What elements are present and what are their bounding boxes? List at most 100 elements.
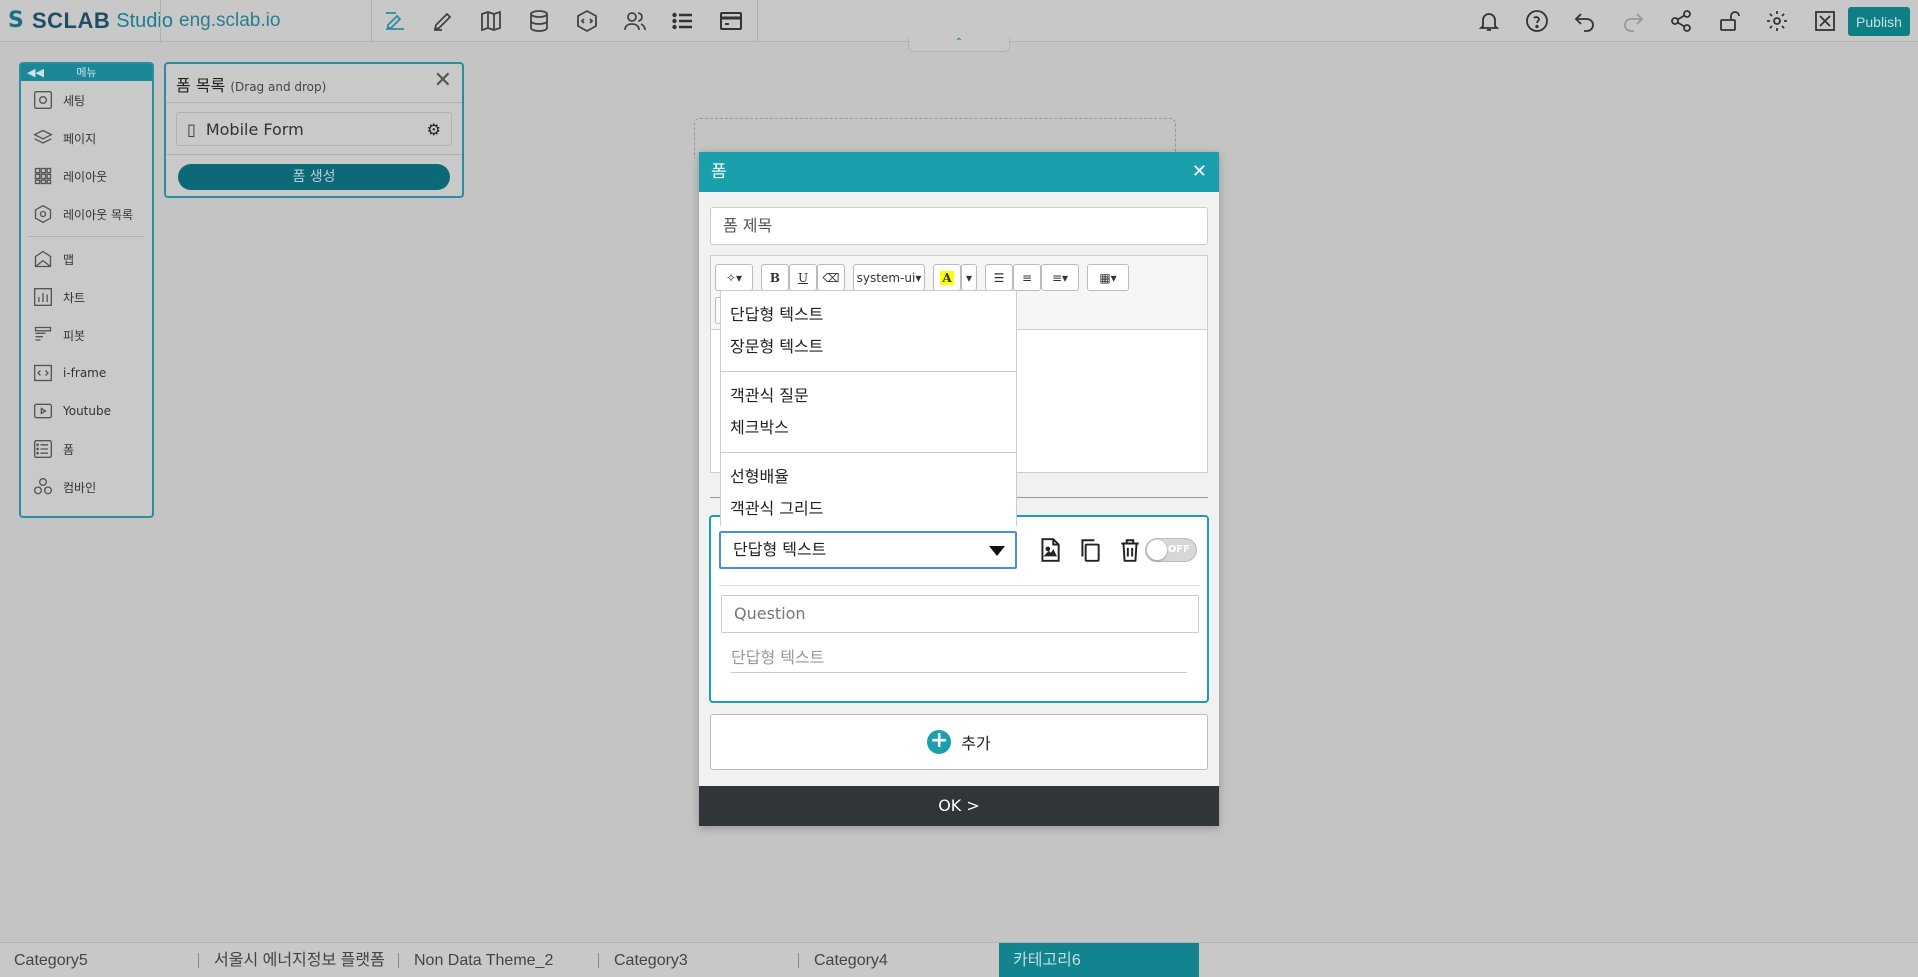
dropdown-option[interactable]: 객관식 그리드 (721, 493, 1016, 525)
required-toggle[interactable]: OFF (1145, 538, 1197, 562)
fullscreen-icon[interactable] (1801, 0, 1849, 42)
toolbar-separator (757, 0, 758, 42)
magic-wand-icon[interactable]: ✧▾ (715, 264, 753, 291)
question-type-dropdown: 단답형 텍스트 장문형 텍스트 객관식 질문 체크박스 선형배율 객관식 그리드 (720, 290, 1017, 526)
dashboard-edit-icon[interactable] (371, 0, 419, 42)
sidebar-item-label: i-frame (63, 366, 107, 380)
font-family-label: system-ui (856, 270, 916, 285)
sidebar-item-4[interactable]: 레이아웃 목록 (21, 195, 152, 233)
dropdown-option[interactable]: 단답형 텍스트 (721, 299, 1016, 331)
share-icon[interactable] (1657, 0, 1705, 42)
text-color-icon[interactable]: A (933, 264, 961, 291)
align-icon[interactable]: ≡▾ (1041, 264, 1079, 291)
redo-icon[interactable] (1609, 0, 1657, 42)
table-icon[interactable]: ▦▾ (1087, 264, 1129, 291)
question-type-select[interactable]: 단답형 텍스트 (719, 531, 1017, 569)
collapse-toolbar-tab[interactable]: ⌃ (908, 38, 1010, 52)
help-icon[interactable] (1513, 0, 1561, 42)
form-title-input[interactable]: 폼 제목 (710, 207, 1208, 245)
form-settings-gear-icon[interactable]: ⚙ (427, 120, 441, 139)
side-menu-items: 세팅페이지레이아웃레이아웃 목록맵차트피봇 i-frame Youtube 폼컴바인 (21, 81, 152, 506)
page-tab[interactable]: Non Data Theme_2 (414, 943, 598, 977)
iframe-icon (33, 363, 53, 383)
sidebar-item-3[interactable]: 레이아웃 (21, 157, 152, 195)
dropdown-option[interactable]: 객관식 질문 (721, 380, 1016, 412)
sidebar-item-6[interactable]: 차트 (21, 278, 152, 316)
page-tab[interactable]: Category3 (614, 943, 798, 977)
domain-label[interactable]: eng.sclab.io (160, 0, 372, 42)
sidebar-item-label: 페이지 (63, 131, 97, 146)
menu-divider (29, 236, 144, 237)
users-icon[interactable] (611, 0, 659, 42)
tab-separator (598, 953, 599, 968)
tab-separator (198, 953, 199, 968)
sidebar-item-7[interactable]: 피봇 (21, 316, 152, 354)
sidebar-item-8[interactable]: i-frame (21, 354, 152, 392)
undo-icon[interactable] (1561, 0, 1609, 42)
form-list-title: 폼 목록 (Drag and drop) (176, 72, 326, 96)
unlock-icon[interactable] (1705, 0, 1753, 42)
eraser-icon[interactable]: ⌫ (817, 264, 845, 291)
dropdown-option[interactable]: 선형배율 (721, 461, 1016, 493)
sidebar-item-1[interactable]: 세팅 (21, 81, 152, 119)
top-toolbar: S SCLAB Studio eng.sclab.io Publish (0, 0, 1918, 42)
question-input[interactable]: Question (721, 595, 1199, 633)
sidebar-item-label: 컴바인 (63, 480, 97, 495)
sidebar-item-label: 레이아웃 (63, 169, 108, 184)
combine-icon (33, 477, 53, 497)
underline-button[interactable]: U (789, 264, 817, 291)
publish-button[interactable]: Publish (1848, 7, 1910, 36)
sidebar-item-2[interactable]: 페이지 (21, 119, 152, 157)
page-tab-active[interactable]: 카테고리6 (999, 943, 1199, 977)
tab-separator (398, 953, 399, 968)
font-family-select[interactable]: system-ui ▾ (853, 264, 925, 291)
bold-button[interactable]: B (761, 264, 789, 291)
plus-circle-icon: + (927, 730, 952, 754)
sidebar-item-label: 맵 (63, 252, 75, 267)
sidebar-item-5[interactable]: 맵 (21, 240, 152, 278)
bell-icon[interactable] (1465, 0, 1513, 42)
close-icon[interactable]: ✕ (434, 70, 452, 92)
sidebar-item-9[interactable]: Youtube (21, 392, 152, 430)
page-tab[interactable]: 서울시 에너지정보 플랫폼 (214, 943, 398, 977)
card-icon[interactable] (707, 0, 755, 42)
form-list-item[interactable]: ▯ Mobile Form ⚙ (176, 112, 452, 146)
ok-button[interactable]: OK > (699, 786, 1219, 826)
sidebar-item-label: 피봇 (63, 328, 86, 343)
dropdown-divider (721, 371, 1016, 372)
dropdown-option[interactable]: 장문형 텍스트 (721, 331, 1016, 363)
dropdown-option[interactable]: 체크박스 (721, 412, 1016, 444)
side-menu: ◀◀ 메뉴 세팅 페이지 레이아웃 레이아웃 목록 맵 차트 피봇 i-frame Youtub… (19, 62, 154, 518)
answer-placeholder: 단답형 텍스트 (731, 645, 1187, 673)
create-form-button[interactable]: 폼 생성 (178, 164, 450, 190)
close-icon[interactable]: ✕ (1192, 152, 1207, 192)
sidebar-item-11[interactable]: 컴바인 (21, 468, 152, 506)
code-icon[interactable] (563, 0, 611, 42)
image-file-icon[interactable] (1037, 537, 1063, 563)
numbered-list-icon[interactable]: ≡ (1013, 264, 1041, 291)
question-type-value: 단답형 텍스트 (733, 540, 827, 559)
pivot-icon (33, 325, 53, 345)
bullet-list-icon[interactable]: ☰ (985, 264, 1013, 291)
form-list-panel: 폼 목록 (Drag and drop) ✕ ▯ Mobile Form ⚙ 폼… (164, 62, 464, 198)
database-icon[interactable] (515, 0, 563, 42)
sidebar-item-10[interactable]: 폼 (21, 430, 152, 468)
text-color-dropdown[interactable]: ▾ (961, 264, 977, 291)
dropdown-divider (721, 452, 1016, 453)
page-tab[interactable]: Category4 (814, 943, 998, 977)
trash-icon[interactable] (1117, 537, 1143, 563)
copy-icon[interactable] (1077, 537, 1103, 563)
pencil-icon[interactable] (419, 0, 467, 42)
list-icon[interactable] (659, 0, 707, 42)
question-card: 단답형 텍스트 OFF Question 단답형 텍스트 (709, 515, 1209, 703)
form-list-item-label: Mobile Form (205, 119, 304, 139)
collapse-menu-icon[interactable]: ◀◀ (27, 64, 44, 81)
page-tab[interactable]: Category5 (14, 943, 194, 977)
grid-icon (33, 166, 53, 186)
app-logo[interactable]: S SCLAB Studio (8, 8, 173, 34)
add-question-button[interactable]: + 추가 (710, 714, 1208, 770)
map-book-icon[interactable] (467, 0, 515, 42)
chart-icon (33, 287, 53, 307)
gear-icon[interactable] (1753, 0, 1801, 42)
page-tab-bar: Category5 서울시 에너지정보 플랫폼 Non Data Theme_2… (0, 942, 1918, 977)
